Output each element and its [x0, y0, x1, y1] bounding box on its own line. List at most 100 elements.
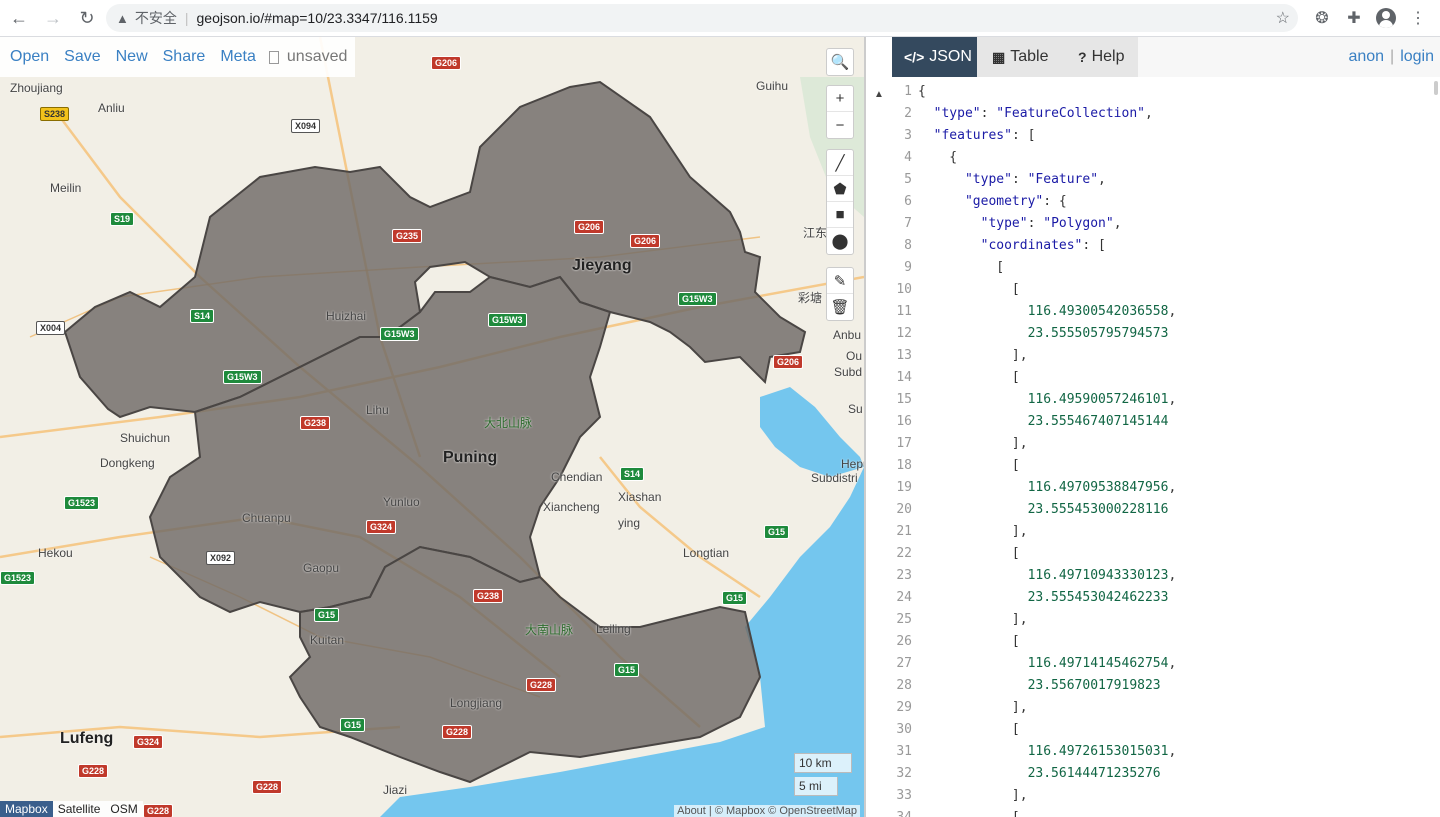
- delete-icon[interactable]: 🗑: [827, 294, 853, 320]
- place-label: Yunluo: [383, 495, 420, 509]
- code-line[interactable]: 116.49726153015031,: [918, 741, 1177, 763]
- code-line[interactable]: {: [918, 81, 1176, 103]
- code-line[interactable]: "features": [: [918, 125, 1176, 147]
- code-line[interactable]: 23.55670017919823: [918, 675, 1176, 697]
- code-line[interactable]: 23.555505795794573: [918, 323, 1176, 345]
- layer-mapbox[interactable]: Mapbox: [0, 801, 53, 817]
- forward-button[interactable]: →: [38, 3, 68, 33]
- zoom-in-button[interactable]: +: [827, 86, 853, 112]
- new-menu[interactable]: New: [106, 48, 153, 66]
- share-menu[interactable]: Share: [153, 48, 211, 66]
- road-shield: G15: [764, 525, 790, 539]
- code-line[interactable]: "type": "Feature",: [918, 169, 1176, 191]
- tab-table[interactable]: ▦ Table: [980, 37, 1060, 77]
- draw-rectangle-icon[interactable]: ■: [827, 202, 853, 228]
- code-line[interactable]: [: [918, 543, 1176, 565]
- line-number: 8: [904, 238, 912, 253]
- map-attribution[interactable]: About | © Mapbox © OpenStreetMap: [674, 805, 860, 817]
- save-status: unsaved: [261, 48, 347, 66]
- road-shield: G15: [722, 591, 748, 605]
- code-line[interactable]: "coordinates": [: [918, 235, 1176, 257]
- json-editor[interactable]: 1 2 3 4 5 6 7 8 9 10 11 12 13 14 15 16 17 18 19 20 21 22 23 24 2…: [892, 81, 1440, 817]
- code-line[interactable]: 23.555467407145144: [918, 411, 1176, 433]
- road-shield: G238: [300, 416, 331, 430]
- code-line[interactable]: "type": "FeatureCollection",: [918, 103, 1176, 125]
- code-line[interactable]: ],: [918, 785, 1176, 807]
- place-label: Leiling: [596, 622, 631, 636]
- code-line[interactable]: [: [918, 455, 1176, 477]
- line-number: 13: [896, 348, 912, 363]
- layer-satellite[interactable]: Satellite: [52, 801, 106, 817]
- code-line[interactable]: [: [918, 631, 1176, 653]
- url-text[interactable]: geojson.io/#map=10/23.3347/116.1159: [197, 10, 438, 26]
- code-line[interactable]: ],: [918, 521, 1176, 543]
- draw-marker-icon[interactable]: ⬤: [827, 228, 853, 254]
- line-number: 2: [904, 106, 912, 121]
- line-number: 16: [896, 414, 912, 429]
- code-line[interactable]: 23.555453000228116: [918, 499, 1176, 521]
- draw-line-icon[interactable]: ╱: [827, 150, 853, 176]
- table-icon: ▦: [992, 48, 1006, 65]
- document-icon: [268, 50, 279, 64]
- code-line[interactable]: "geometry": {: [918, 191, 1176, 213]
- code-line[interactable]: ],: [918, 433, 1176, 455]
- meta-menu[interactable]: Meta: [210, 48, 261, 66]
- tab-help[interactable]: ? Help: [1066, 37, 1136, 77]
- collapse-arrow-icon[interactable]: ▲: [868, 74, 890, 114]
- road-shield: G228: [143, 804, 174, 817]
- tab-json-label: JSON: [929, 48, 972, 65]
- road-shield: G15W3: [223, 370, 262, 384]
- save-menu[interactable]: Save: [54, 48, 105, 66]
- map-view[interactable]: Zhoujiang Anliu Meilin Huizhai Jieyang Lihu Pu…: [0, 37, 864, 817]
- line-number: 11: [896, 304, 912, 319]
- edit-icon[interactable]: ✎: [827, 268, 853, 294]
- security-label[interactable]: 不安全: [135, 8, 177, 28]
- line-number: 29: [896, 700, 912, 715]
- draw-polygon-icon[interactable]: ⬟: [827, 176, 853, 202]
- reload-button[interactable]: ↻: [72, 3, 102, 33]
- back-button[interactable]: ←: [4, 3, 34, 33]
- code-line[interactable]: ],: [918, 697, 1176, 719]
- profile-avatar-icon[interactable]: [1375, 7, 1397, 29]
- code-line[interactable]: 116.49714145462754,: [918, 653, 1177, 675]
- login-link[interactable]: login: [1400, 48, 1434, 66]
- code-line[interactable]: 116.49709538847956,: [918, 477, 1177, 499]
- code-line[interactable]: 116.49710943330123,: [918, 565, 1177, 587]
- warning-icon[interactable]: ▲: [116, 11, 129, 26]
- extensions-puzzle-icon[interactable]: ✚: [1343, 7, 1365, 29]
- editor-scrollbar[interactable]: [1434, 81, 1438, 95]
- code-line[interactable]: ],: [918, 609, 1176, 631]
- code-line[interactable]: 116.49300542036558,: [918, 301, 1177, 323]
- place-label: Xiancheng: [543, 500, 600, 514]
- separator: |: [184, 10, 189, 26]
- line-number: 20: [896, 502, 912, 517]
- bookmark-star-icon[interactable]: ☆: [1276, 8, 1290, 28]
- search-icon[interactable]: 🔍: [827, 49, 853, 75]
- zoom-out-button[interactable]: −: [827, 112, 853, 138]
- edit-control: ✎ 🗑: [826, 267, 854, 321]
- browser-menu-icon[interactable]: ⋮: [1407, 7, 1429, 29]
- anon-link[interactable]: anon: [1348, 48, 1384, 66]
- line-number: 28: [896, 678, 912, 693]
- code-line[interactable]: [: [918, 367, 1176, 389]
- code-line[interactable]: [: [918, 807, 1176, 817]
- code-line[interactable]: {: [918, 147, 1176, 169]
- auth-links: anon | login: [1348, 37, 1434, 77]
- side-pane: ▲ </> JSON ▦ Table ? Help anon | login 1…: [866, 37, 1440, 817]
- open-menu[interactable]: Open: [0, 48, 54, 66]
- code-line[interactable]: ],: [918, 345, 1176, 367]
- code-line[interactable]: 116.49590057246101,: [918, 389, 1177, 411]
- tab-json[interactable]: </> JSON: [892, 37, 977, 77]
- code-line[interactable]: "type": "Polygon",: [918, 213, 1176, 235]
- code-line[interactable]: 23.555453042462233: [918, 587, 1176, 609]
- code-line[interactable]: 23.56144471235276: [918, 763, 1176, 785]
- code-line[interactable]: [: [918, 719, 1176, 741]
- address-bar[interactable]: ▲ 不安全 | geojson.io/#map=10/23.3347/116.1…: [106, 4, 1298, 32]
- line-number: 1: [904, 84, 912, 99]
- line-number: 5: [904, 172, 912, 187]
- evernote-extension-icon[interactable]: ❂: [1311, 7, 1333, 29]
- code-line[interactable]: [: [918, 257, 1176, 279]
- code-area[interactable]: { "type": "FeatureCollection", "features…: [918, 81, 1176, 817]
- layer-osm[interactable]: OSM: [105, 801, 143, 817]
- code-line[interactable]: [: [918, 279, 1176, 301]
